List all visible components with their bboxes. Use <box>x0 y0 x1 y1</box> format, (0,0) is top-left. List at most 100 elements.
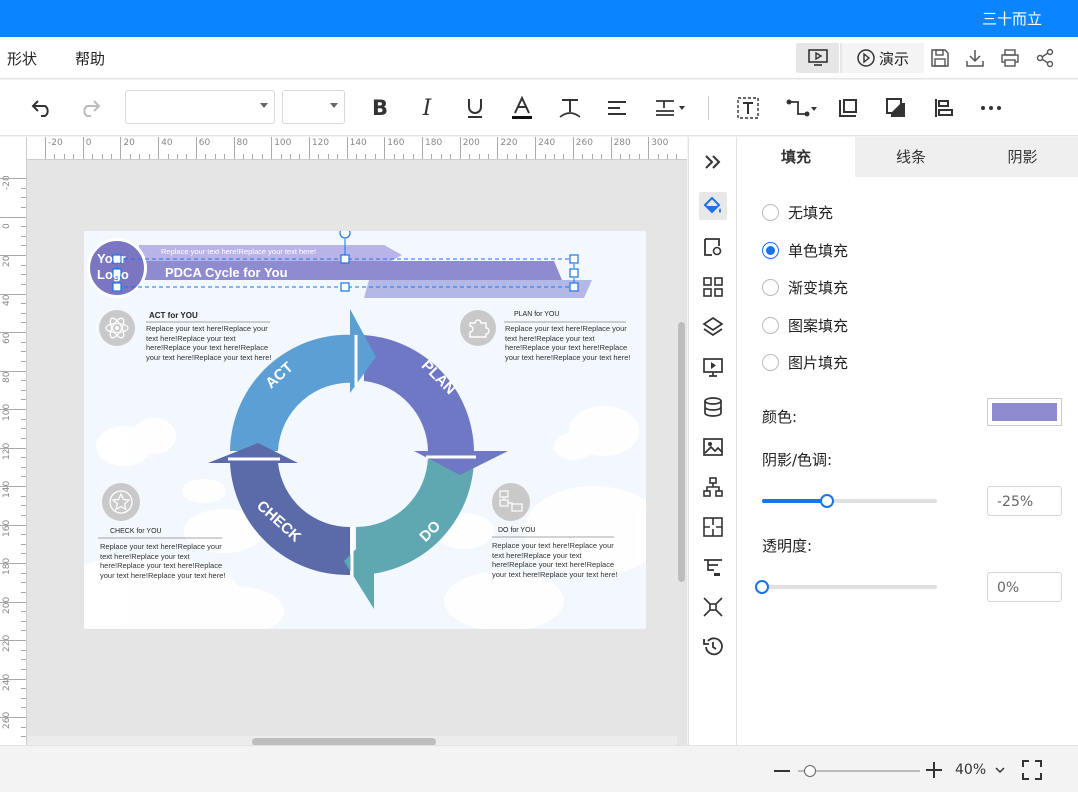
ruler-v-minor-tick <box>21 380 26 382</box>
italic-icon[interactable]: I <box>413 94 441 122</box>
floor-plan-icon[interactable] <box>699 513 727 541</box>
zoom-out-icon[interactable] <box>774 770 790 772</box>
logo-text[interactable]: Your Logo <box>97 251 141 283</box>
ruler-v-label: 60 <box>2 332 12 344</box>
ruler-v-tick <box>0 640 26 641</box>
fill-option-solid[interactable]: 单色填充 <box>762 239 848 261</box>
font-color-icon[interactable] <box>508 94 536 122</box>
menu-bar: 形状 帮助 演示 <box>0 37 1078 79</box>
fill-option-label: 无填充 <box>788 203 834 222</box>
ruler-v-minor-tick <box>21 707 26 709</box>
fill-option-none[interactable]: 无填充 <box>762 201 833 223</box>
print-icon[interactable] <box>999 47 1021 69</box>
font-size-select[interactable] <box>282 90 345 124</box>
ruler-v-minor-tick <box>21 649 26 651</box>
zoom-in-icon[interactable] <box>926 762 942 778</box>
org-chart-icon[interactable] <box>699 473 727 501</box>
diagram-title[interactable]: PDCA Cycle for You <box>165 265 288 280</box>
act-body[interactable]: Replace your text here!Replace your text… <box>146 324 280 362</box>
radio-picture[interactable] <box>762 353 779 371</box>
check-heading[interactable]: CHECK for YOU <box>110 528 162 535</box>
connector-icon[interactable] <box>784 94 820 122</box>
vertical-scrollbar[interactable] <box>678 322 685 582</box>
share-icon[interactable] <box>1034 47 1056 69</box>
radio-none[interactable] <box>762 203 779 221</box>
ruler-h-minor-tick <box>412 154 414 159</box>
timeline-icon[interactable] <box>699 553 727 581</box>
ruler-h-label: 40 <box>161 138 173 148</box>
fullscreen-icon[interactable] <box>1021 759 1043 781</box>
ruler-v-tick <box>0 524 26 526</box>
plan-heading[interactable]: PLAN for YOU <box>514 311 559 318</box>
ruler-v-tick <box>0 486 26 487</box>
text-style-icon[interactable] <box>556 94 584 122</box>
history-icon[interactable] <box>699 633 727 661</box>
underline-icon[interactable] <box>461 94 489 122</box>
tab-shadow[interactable]: 阴影 <box>967 137 1078 177</box>
radio-gradient[interactable] <box>762 278 779 296</box>
text-box-icon[interactable] <box>734 94 762 122</box>
shape-settings-icon[interactable] <box>699 233 727 261</box>
ruler-v-minor-tick <box>21 235 26 237</box>
act-heading[interactable]: ACT for YOU <box>149 311 198 320</box>
fill-option-picture[interactable]: 图片填充 <box>762 351 848 373</box>
fill-option-gradient[interactable]: 渐变填充 <box>762 276 848 298</box>
download-icon[interactable] <box>964 47 986 69</box>
mind-map-icon[interactable] <box>699 593 727 621</box>
banner-top-text[interactable]: Replace your text here!Replace your text… <box>161 247 316 256</box>
zoom-slider[interactable] <box>798 770 920 772</box>
fill-option-pattern[interactable]: 图案填充 <box>762 314 848 336</box>
bring-front-icon[interactable] <box>834 94 862 122</box>
ruler-v-minor-tick <box>21 245 26 247</box>
tab-line[interactable]: 线条 <box>855 137 967 177</box>
ruler-h-tick <box>535 137 537 159</box>
database-icon[interactable] <box>699 393 727 421</box>
opacity-slider[interactable] <box>755 580 937 594</box>
ruler-h-minor-tick <box>242 154 244 159</box>
flowchart-icon <box>499 490 523 512</box>
opacity-value-input[interactable]: 0% <box>987 572 1062 602</box>
check-body[interactable]: Replace your text here!Replace your text… <box>100 542 234 580</box>
do-body[interactable]: Replace your text here!Replace your text… <box>492 541 626 579</box>
menu-shape[interactable]: 形状 <box>7 48 37 69</box>
ruler-v-minor-tick <box>21 476 26 478</box>
bold-icon[interactable]: B <box>366 94 394 122</box>
plan-body[interactable]: Replace your text here!Replace your text… <box>505 324 639 362</box>
tab-fill[interactable]: 填充 <box>737 137 855 177</box>
shade-slider[interactable] <box>762 494 937 508</box>
image-icon[interactable] <box>699 433 727 461</box>
do-heading[interactable]: DO for YOU <box>498 527 536 534</box>
font-family-select[interactable] <box>125 90 275 124</box>
present-monitor-button[interactable] <box>796 43 840 73</box>
ruler-h-tick <box>610 137 612 159</box>
diagram-page[interactable]: Your Logo Replace your text here!Replace… <box>84 231 646 629</box>
undo-icon[interactable] <box>28 94 56 122</box>
user-name[interactable]: 三十而立 <box>982 8 1042 29</box>
align-left-icon[interactable] <box>930 94 958 122</box>
grid-layout-icon[interactable] <box>699 273 727 301</box>
color-swatch-fill <box>992 403 1057 421</box>
more-icon[interactable] <box>977 94 1005 122</box>
shade-slider-knob[interactable] <box>819 494 834 508</box>
zoom-level[interactable]: 40% <box>955 762 1005 778</box>
present-button[interactable]: 演示 <box>842 43 924 73</box>
radio-pattern[interactable] <box>762 316 779 334</box>
fill-bucket-icon[interactable] <box>699 192 727 220</box>
opacity-slider-knob[interactable] <box>755 580 769 594</box>
presentation-icon[interactable] <box>699 353 727 381</box>
menu-help[interactable]: 帮助 <box>75 48 105 69</box>
shadow-box-icon[interactable] <box>882 94 910 122</box>
ruler-v-minor-tick <box>21 303 26 305</box>
redo-icon[interactable] <box>76 94 104 122</box>
zoom-slider-knob[interactable] <box>804 765 816 777</box>
collapse-panel-icon[interactable] <box>699 148 727 176</box>
shade-value-input[interactable]: -25% <box>987 486 1062 516</box>
color-picker[interactable] <box>987 398 1062 426</box>
line-spacing-icon[interactable] <box>651 94 689 122</box>
align-text-icon[interactable] <box>603 94 631 122</box>
save-icon[interactable] <box>929 47 951 69</box>
ruler-h-tick <box>422 137 423 159</box>
layers-icon[interactable] <box>699 313 727 341</box>
ruler-h-label: 300 <box>651 138 669 148</box>
radio-solid[interactable] <box>762 241 779 259</box>
